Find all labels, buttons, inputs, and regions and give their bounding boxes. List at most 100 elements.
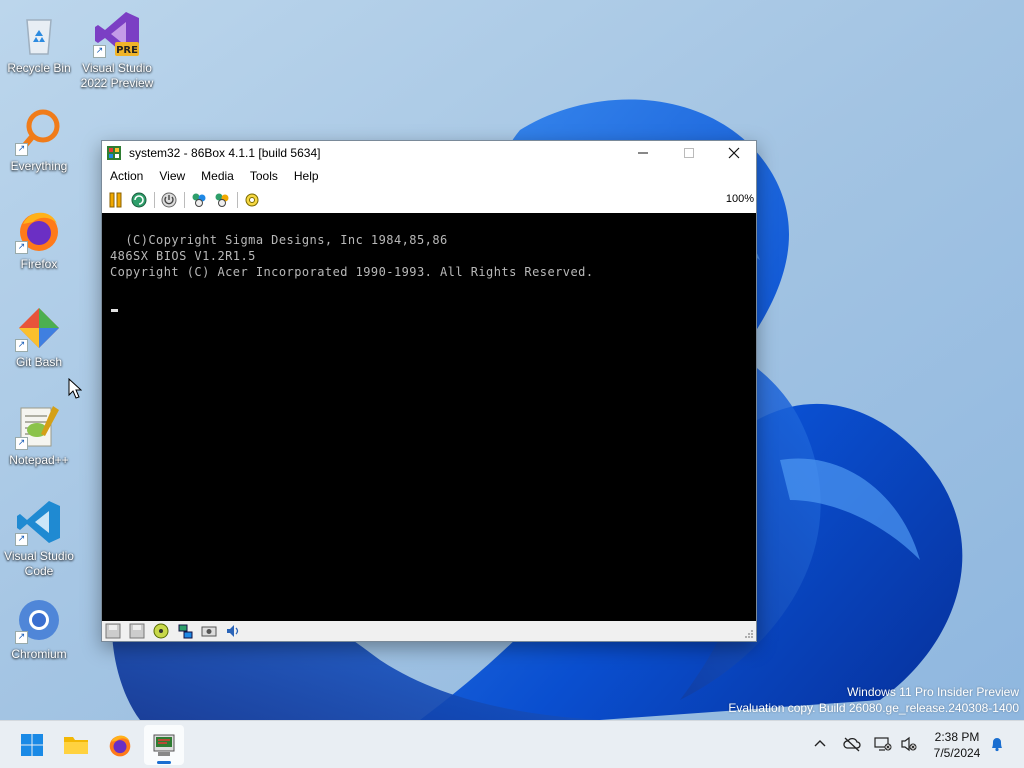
power-button[interactable] [160, 191, 178, 209]
resize-grip-icon[interactable] [744, 629, 754, 639]
keyboard-combo-icon [192, 193, 206, 207]
shortcut-arrow-icon: ↗ [15, 631, 28, 644]
desktop-icon-label: Recycle Bin [7, 61, 71, 75]
zoom-level: 100% [725, 193, 754, 205]
shortcut-arrow-icon: ↗ [15, 241, 28, 254]
keyboard-escape-icon [215, 193, 229, 207]
menu-tools[interactable]: Tools [242, 169, 286, 183]
file-explorer-icon [64, 737, 88, 754]
desktop-icon-label: Everything [10, 159, 68, 173]
text-cursor [111, 309, 118, 312]
status-bar [102, 621, 756, 641]
taskbar-86box[interactable] [144, 725, 184, 765]
watermark-edition: Windows 11 Pro Insider Preview [847, 685, 1019, 699]
start-button[interactable] [12, 725, 52, 765]
bios-line-version: 486SX BIOS V1.2R1.5 [110, 249, 256, 263]
desktop-icon-notepad-plus-plus[interactable]: ↗ Notepad++ [2, 398, 76, 482]
menu-bar: Action View Media Tools Help [102, 165, 756, 187]
chevron-up-icon [814, 740, 826, 747]
taskbar-file-explorer[interactable] [56, 725, 96, 765]
desktop-icon-label: Git Bash [15, 355, 63, 369]
menu-media[interactable]: Media [193, 169, 242, 183]
pause-button[interactable] [107, 191, 125, 209]
windows-start-icon [21, 734, 43, 756]
86box-window[interactable]: system32 - 86Box 4.1.1 [build 5634] Acti… [101, 140, 757, 642]
desktop-icon-label: Firefox [20, 257, 58, 271]
bell-icon [992, 738, 1002, 752]
power-icon [161, 192, 177, 208]
shortcut-arrow-icon: ↗ [15, 143, 28, 156]
settings-gear-icon [245, 193, 259, 207]
shortcut-arrow-icon: ↗ [93, 45, 106, 58]
86box-app-icon [107, 146, 121, 160]
close-button[interactable] [711, 141, 757, 165]
desktop-icon-label: Visual Studio Code [4, 549, 74, 578]
network-disconnected-icon [874, 737, 892, 751]
emulator-screen[interactable]: (C)Copyright Sigma Designs, Inc 1984,85,… [102, 213, 756, 621]
menu-help[interactable]: Help [286, 169, 327, 183]
desktop-icon-everything[interactable]: ↗ Everything [2, 104, 76, 188]
minimize-button[interactable] [620, 141, 666, 165]
desktop-icon-vscode[interactable]: ↗ Visual Studio Code [2, 494, 76, 578]
window-title: system32 - 86Box 4.1.1 [build 5634] [129, 146, 321, 160]
svg-text:PRE: PRE [116, 45, 138, 56]
clock-date: 7/5/2024 [933, 746, 981, 760]
desktop-icon-label: Visual Studio 2022 Preview [80, 61, 154, 90]
network-button[interactable] [176, 623, 194, 639]
floppy-drive-2-button[interactable] [128, 623, 146, 639]
ctrl-alt-del-button[interactable] [190, 191, 208, 209]
toolbar-separator [184, 192, 185, 208]
hard-disk-button[interactable] [152, 623, 170, 639]
speaker-icon [227, 625, 239, 637]
shortcut-arrow-icon: ↗ [15, 533, 28, 546]
shortcut-arrow-icon: ↗ [15, 339, 28, 352]
desktop-icon-recycle-bin[interactable]: Recycle Bin [2, 6, 76, 90]
tray-volume-muted[interactable] [898, 733, 920, 755]
toolbar: 100% [102, 188, 756, 212]
floppy-disk-icon [129, 623, 145, 639]
recycle-bin-icon [26, 19, 52, 55]
settings-button[interactable] [243, 191, 261, 209]
window-titlebar[interactable]: system32 - 86Box 4.1.1 [build 5634] [102, 141, 756, 165]
maximize-button[interactable] [666, 141, 712, 165]
tray-network-status[interactable] [872, 733, 894, 755]
minimize-icon [638, 152, 648, 154]
hard-reset-button[interactable] [130, 191, 148, 209]
mouse-pointer-icon [68, 378, 82, 399]
maximize-icon [684, 148, 694, 158]
bios-line-copyright-acer: Copyright (C) Acer Incorporated 1990-199… [110, 265, 594, 279]
menu-action[interactable]: Action [102, 169, 151, 183]
desktop-icon-git-bash[interactable]: ↗ Git Bash [2, 300, 76, 384]
sound-card-icon [201, 626, 217, 637]
pause-icon [109, 192, 122, 208]
desktop-icon-visual-studio-preview[interactable]: PRE ↗ Visual Studio 2022 Preview [80, 6, 154, 90]
desktop-icon-label: Chromium [11, 647, 67, 661]
show-hidden-icons-button[interactable] [809, 733, 831, 755]
active-app-indicator [157, 761, 171, 764]
taskbar: 2:38 PM 7/5/2024 [0, 720, 1024, 768]
tray-cloud-offline[interactable] [841, 733, 863, 755]
watermark-build: Evaluation copy. Build 26080.ge_release.… [728, 701, 1019, 715]
floppy-drive-1-button[interactable] [104, 623, 122, 639]
sound-card-button[interactable] [200, 623, 218, 639]
taskbar-clock[interactable]: 2:38 PM 7/5/2024 [925, 729, 989, 761]
firefox-icon [109, 735, 131, 757]
evaluation-watermark: Windows 11 Pro Insider Preview Evaluatio… [728, 684, 1019, 716]
speaker-button[interactable] [224, 623, 242, 639]
desktop-icon-firefox[interactable]: ↗ Firefox [2, 202, 76, 286]
ctrl-alt-esc-button[interactable] [213, 191, 231, 209]
close-icon [728, 147, 740, 159]
reset-icon [131, 192, 147, 208]
toolbar-separator [237, 192, 238, 208]
clock-time: 2:38 PM [934, 730, 980, 744]
hard-disk-icon [153, 623, 169, 639]
bios-line-copyright-sigma: (C)Copyright Sigma Designs, Inc 1984,85,… [110, 233, 448, 247]
notification-center-button[interactable] [986, 733, 1008, 755]
menu-view[interactable]: View [151, 169, 193, 183]
taskbar-firefox[interactable] [100, 725, 140, 765]
desktop-icon-chromium[interactable]: ↗ Chromium [2, 592, 76, 676]
floppy-disk-icon [105, 623, 121, 639]
desktop-icon-label: Notepad++ [9, 453, 69, 467]
toolbar-separator [154, 192, 155, 208]
speaker-muted-icon [901, 736, 917, 752]
